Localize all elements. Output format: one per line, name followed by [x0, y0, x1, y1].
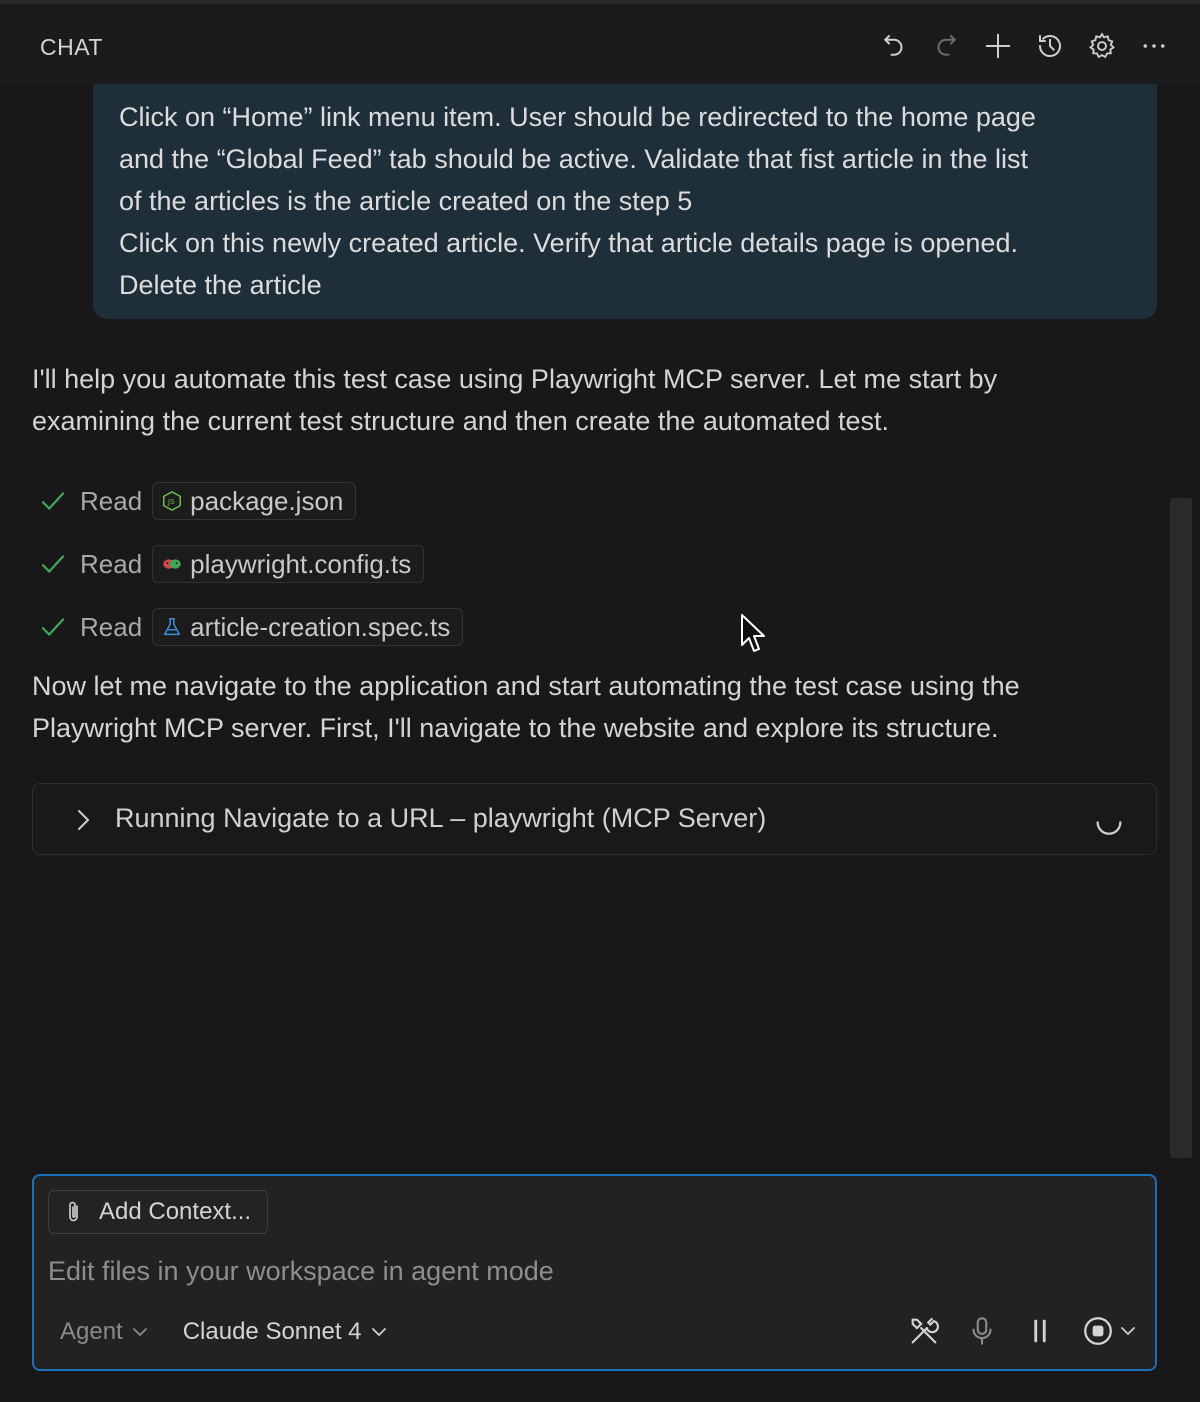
file-name: article-creation.spec.ts	[190, 611, 451, 642]
assistant-paragraph: I'll help you automate this test case us…	[32, 359, 997, 442]
read-label: Read	[80, 548, 143, 579]
tool-call-text: Running Navigate to a URL – playwright (…	[115, 803, 767, 833]
add-context-label: Add Context...	[99, 1198, 252, 1225]
new-chat-button[interactable]	[980, 28, 1016, 64]
read-label: Read	[80, 611, 143, 642]
chevron-down-icon	[1121, 1327, 1135, 1336]
read-row: Read article-creation.spec.ts	[38, 607, 464, 647]
chat-title: CHAT	[40, 34, 103, 60]
mode-row: Agent Claude Sonnet 4	[60, 1318, 388, 1346]
chat-header: CHAT	[0, 0, 1200, 84]
history-icon	[1039, 35, 1061, 58]
assistant-paragraph-line: I'll help you automate this test case us…	[32, 364, 998, 394]
user-message-line: of the articles is the article created o…	[119, 186, 693, 216]
file-chip-article-creation-spec[interactable]: article-creation.spec.ts	[152, 608, 464, 646]
user-message-line: Click on this newly created article. Ver…	[119, 228, 1018, 258]
history-button[interactable]	[1032, 28, 1068, 64]
add-context-button[interactable]: Add Context...	[48, 1190, 268, 1234]
user-message-line: and the “Global Feed” tab should be acti…	[119, 144, 1029, 174]
file-name: package.json	[190, 485, 344, 516]
microphone-icon[interactable]	[965, 1314, 999, 1348]
paperclip-icon	[69, 1201, 78, 1222]
read-label: Read	[80, 485, 143, 516]
assistant-paragraph-line: Playwright MCP server. First, I'll navig…	[32, 712, 999, 743]
stop-button[interactable]	[1081, 1314, 1137, 1348]
settings-button[interactable]	[1084, 28, 1120, 64]
ellipsis-icon	[1143, 44, 1165, 48]
chevron-right-icon	[78, 810, 90, 830]
mouse-cursor-icon	[741, 614, 765, 652]
assistant-paragraph: Now let me navigate to the application a…	[32, 666, 1020, 749]
undo-icon	[883, 35, 903, 56]
model-picker-dropdown[interactable]: Claude Sonnet 4	[183, 1318, 362, 1346]
pause-icon[interactable]	[1023, 1314, 1057, 1348]
agent-mode-dropdown[interactable]: Agent	[60, 1318, 123, 1346]
redo-button[interactable]	[928, 28, 964, 64]
file-chip-package-json[interactable]: JS package.json	[152, 482, 357, 520]
spinner-icon	[1096, 821, 1122, 835]
undo-button[interactable]	[876, 28, 912, 64]
read-row: Read JS package.json	[38, 481, 357, 521]
file-name: playwright.config.ts	[190, 548, 412, 579]
plus-icon	[985, 33, 1011, 59]
user-message-line: Delete the article	[119, 270, 322, 300]
check-icon	[41, 555, 65, 574]
user-message: Click on “Home” link menu item. User sho…	[93, 84, 1157, 319]
chevron-down-icon	[371, 1328, 386, 1337]
input-actions	[907, 1314, 1137, 1348]
playwright-icon	[163, 559, 181, 569]
scrollbar[interactable]	[1170, 498, 1192, 1158]
read-row: Read playwright.config.ts	[38, 544, 425, 584]
nodejs-icon: JS	[163, 490, 182, 512]
chat-input-panel: Add Context... Edit files in your worksp…	[32, 1174, 1157, 1371]
chat-input-field[interactable]: Edit files in your workspace in agent mo…	[48, 1256, 554, 1287]
more-button[interactable]	[1136, 28, 1172, 64]
stop-icon	[1084, 1317, 1112, 1345]
assistant-paragraph-line: examining the current test structure and…	[32, 405, 889, 436]
tool-call-collapsible[interactable]: Running Navigate to a URL – playwright (…	[32, 783, 1157, 855]
check-icon	[41, 618, 65, 637]
chevron-down-icon	[132, 1328, 147, 1337]
redo-icon	[937, 35, 957, 56]
file-chip-playwright-config[interactable]: playwright.config.ts	[152, 545, 425, 583]
user-message-line: Click on “Home” link menu item. User sho…	[119, 102, 1036, 132]
header-actions	[876, 28, 1172, 64]
tools-icon[interactable]	[907, 1314, 941, 1348]
assistant-paragraph-line: Now let me navigate to the application a…	[32, 671, 1020, 701]
check-icon	[41, 492, 65, 511]
svg-text:JS: JS	[167, 497, 175, 506]
flask-icon	[164, 618, 181, 636]
gear-icon	[1089, 32, 1115, 59]
